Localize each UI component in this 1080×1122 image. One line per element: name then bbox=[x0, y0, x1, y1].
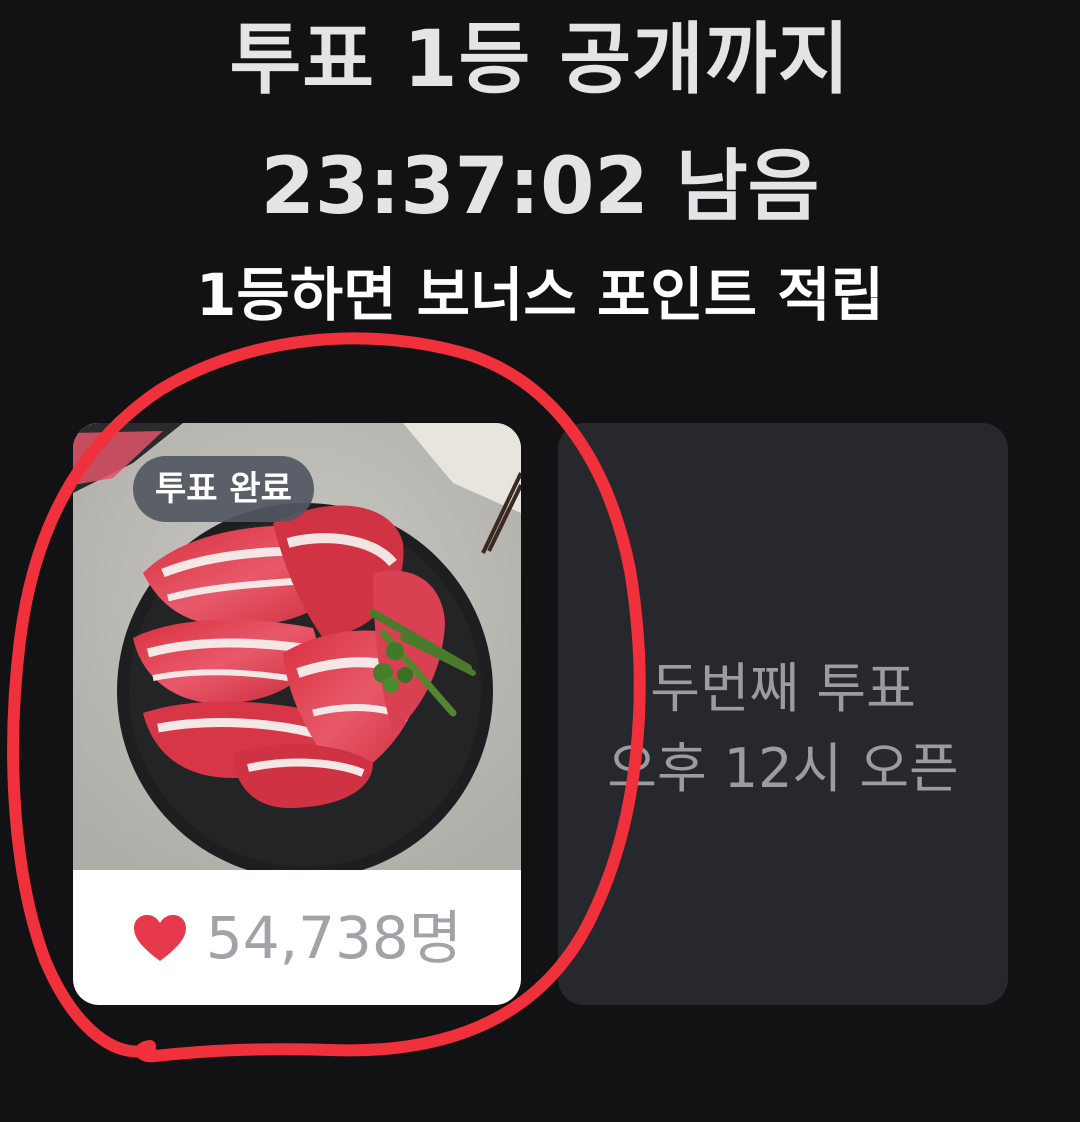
bonus-notice: 1등하면 보너스 포인트 적립 bbox=[196, 261, 884, 329]
second-vote-notice: 두번째 투표 오후 12시 오픈 bbox=[558, 649, 1008, 809]
vote-complete-badge: 투표 완료 bbox=[133, 456, 314, 522]
second-vote-card: 두번째 투표 오후 12시 오픈 bbox=[558, 423, 1008, 1005]
countdown-timer: 23:37:02 남음 bbox=[260, 142, 820, 232]
heart-icon bbox=[133, 914, 186, 961]
vote-screen: 투표 1등 공개까지 23:37:02 남음 1등하면 보너스 포인트 적립 투… bbox=[0, 0, 1080, 1122]
second-vote-title: 두번째 투표 bbox=[650, 657, 916, 720]
vote-count-row: 54,738명 bbox=[73, 870, 521, 1005]
product-vote-card[interactable]: 투표 완료 54,738명 bbox=[73, 423, 521, 1005]
second-vote-open-time: 오후 12시 오픈 bbox=[607, 737, 959, 800]
vote-count: 54,738명 bbox=[205, 903, 463, 972]
page-title: 투표 1등 공개까지 bbox=[229, 15, 851, 105]
product-image: 투표 완료 bbox=[73, 423, 521, 870]
